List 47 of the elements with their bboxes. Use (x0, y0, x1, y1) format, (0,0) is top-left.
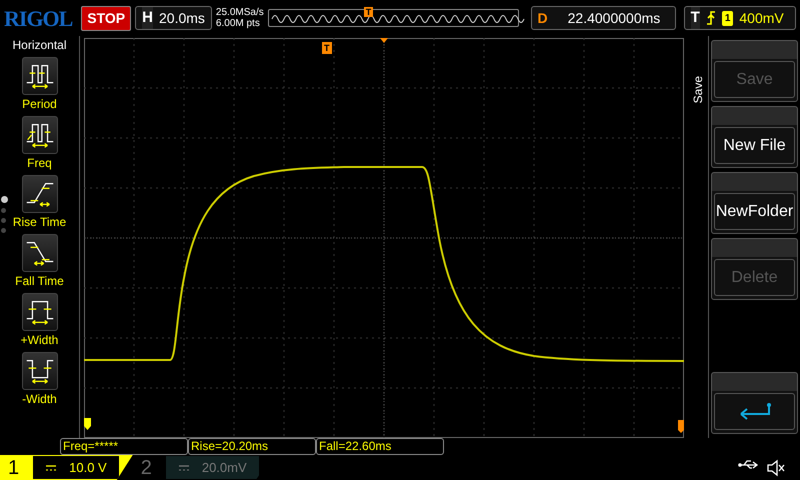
timebase-label: H (142, 6, 153, 30)
frequency-icon (22, 116, 58, 154)
speaker-muted-icon (766, 458, 786, 476)
delay-value: 22.4000000ms (568, 8, 660, 28)
trigger-position-marker (380, 38, 388, 43)
softkey-menu-title: Save (690, 76, 706, 104)
timebase-value: 20.0ms (159, 8, 205, 28)
measurement-readout: Rise=20.20ms (188, 438, 316, 455)
trigger-position-marker: T (364, 7, 374, 17)
menu-item-label: Freq (27, 155, 52, 172)
softkey-button[interactable] (711, 372, 798, 434)
negative-pulse-icon (22, 352, 58, 390)
period-icon (22, 57, 58, 95)
run-stop-button[interactable]: STOP (81, 6, 132, 30)
menu-title: Horizontal (12, 37, 67, 54)
menu-item-label: Fall Time (15, 273, 64, 290)
softkey-button[interactable]: NewFolder (711, 172, 798, 234)
measurement-readout: Fall=22.60ms (316, 438, 444, 455)
rise-time-icon (22, 175, 58, 213)
menu-item-label: +Width (20, 332, 58, 349)
channel-scale: 20.0mV (202, 460, 247, 475)
sample-rate: 25.0MSa/s (216, 7, 264, 18)
positive-pulse-icon (22, 293, 58, 331)
dc-coupling-icon (45, 464, 58, 472)
rising-edge-icon (706, 11, 716, 25)
channel-indicator[interactable]: 1 10.0 V (0, 455, 133, 480)
memory-depth: 6.00M pts (216, 18, 261, 29)
trigger-label: T (690, 6, 700, 30)
measurement-readout: Freq=***** (60, 438, 188, 455)
softkey-button[interactable]: New File (711, 106, 798, 168)
trigger-level-marker (678, 420, 684, 433)
delay-label: D (538, 8, 548, 28)
memory-waveform-icon (270, 14, 525, 24)
menu-item-label: -Width (22, 391, 57, 408)
channel-number: 2 (140, 456, 152, 480)
channel-number: 1 (8, 456, 20, 480)
trigger-level: 400mV (739, 8, 784, 28)
channel-scale: 10.0 V (69, 460, 107, 475)
fall-time-icon (22, 234, 58, 272)
menu-item-label: Rise Time (12, 214, 66, 231)
dc-coupling-icon (178, 464, 190, 472)
menu-item-label: Period (22, 96, 57, 113)
trigger-time-marker: T (322, 42, 332, 54)
usb-icon (738, 458, 760, 470)
ground-marker (84, 418, 91, 430)
brand-logo: RIGOL (4, 4, 74, 32)
trigger-source: 1 (722, 10, 734, 26)
